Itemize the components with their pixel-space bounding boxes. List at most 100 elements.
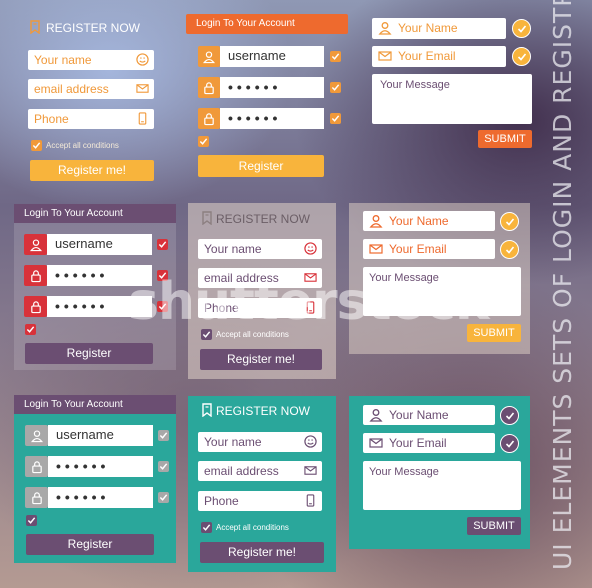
contact-email-field[interactable]: Your Email bbox=[372, 46, 506, 67]
lock-icon bbox=[30, 460, 43, 473]
password-input[interactable]: •••••• bbox=[220, 77, 324, 98]
mail-icon bbox=[369, 242, 383, 256]
login-title: Login To Your Account bbox=[196, 18, 295, 29]
accept-label: Accept all conditions bbox=[46, 141, 119, 150]
contact-message-field[interactable]: Your Message bbox=[372, 74, 532, 124]
register-form-orange: REGISTER NOW Your name email address Pho… bbox=[26, 16, 158, 186]
check-icon bbox=[331, 83, 340, 92]
login-header: Login To Your Account bbox=[186, 14, 348, 34]
lock-check-icon bbox=[29, 300, 42, 313]
smile-icon bbox=[304, 435, 317, 448]
check-icon bbox=[158, 240, 167, 249]
check-icon bbox=[26, 325, 35, 334]
login-register-button[interactable]: Register bbox=[198, 155, 324, 177]
register-title: REGISTER NOW bbox=[46, 21, 141, 35]
username-checkbox[interactable] bbox=[330, 51, 341, 62]
register-phone-field[interactable]: Phone bbox=[28, 109, 154, 129]
username-icon-box bbox=[24, 234, 47, 255]
login-register-button[interactable]: Register bbox=[25, 343, 153, 364]
contact-email-placeholder: Your Email bbox=[389, 436, 447, 450]
username-input[interactable]: username bbox=[220, 46, 324, 67]
contact-name-field[interactable]: Your Name bbox=[372, 18, 506, 39]
contact-email-field[interactable]: Your Email bbox=[363, 239, 495, 259]
confirm-checkbox[interactable] bbox=[158, 492, 169, 503]
contact-message-placeholder: Your Message bbox=[380, 79, 450, 91]
side-title: UI ELEMENTS SETS OF LOGIN AND REGISTRATI… bbox=[548, 0, 577, 570]
username-input[interactable]: username bbox=[47, 234, 152, 255]
email-valid-icon bbox=[500, 434, 519, 453]
check-icon bbox=[159, 431, 168, 440]
register-name-placeholder: Your name bbox=[204, 242, 262, 256]
register-me-button[interactable]: Register me! bbox=[30, 160, 154, 181]
submit-button[interactable]: SUBMIT bbox=[467, 517, 521, 535]
user-icon bbox=[29, 238, 42, 251]
submit-button[interactable]: SUBMIT bbox=[478, 130, 532, 148]
login-title: Login To Your Account bbox=[24, 208, 123, 219]
phone-icon bbox=[304, 494, 317, 507]
mail-icon bbox=[369, 436, 383, 450]
watermark: shutterstock bbox=[128, 272, 490, 332]
login-header: Login To Your Account bbox=[14, 204, 176, 223]
confirm-password-input[interactable]: •••••• bbox=[48, 487, 153, 508]
register-form-teal: REGISTER NOW Your name email address Pho… bbox=[188, 396, 336, 572]
name-valid-icon bbox=[500, 212, 519, 231]
username-input[interactable]: username bbox=[48, 425, 153, 446]
contact-email-placeholder: Your Email bbox=[398, 49, 456, 63]
smile-icon bbox=[136, 53, 149, 66]
register-name-field[interactable]: Your name bbox=[28, 50, 154, 70]
contact-message-placeholder: Your Message bbox=[369, 466, 439, 478]
confirm-icon-box bbox=[198, 108, 220, 129]
username-icon-box bbox=[25, 425, 48, 446]
password-checkbox[interactable] bbox=[330, 82, 341, 93]
register-title: REGISTER NOW bbox=[216, 212, 311, 226]
check-icon bbox=[32, 141, 41, 150]
accept-checkbox[interactable] bbox=[31, 140, 42, 151]
contact-message-field[interactable]: Your Message bbox=[363, 461, 521, 510]
register-me-button[interactable]: Register me! bbox=[200, 349, 322, 370]
username-checkbox[interactable] bbox=[158, 430, 169, 441]
confirm-checkbox[interactable] bbox=[330, 113, 341, 124]
login-register-button[interactable]: Register bbox=[26, 534, 154, 555]
password-checkbox[interactable] bbox=[158, 461, 169, 472]
user-icon bbox=[30, 429, 43, 442]
lock-icon bbox=[29, 269, 42, 282]
mail-icon bbox=[378, 49, 392, 63]
mail-icon bbox=[136, 82, 149, 95]
username-checkbox[interactable] bbox=[157, 239, 168, 250]
check-icon bbox=[159, 462, 168, 471]
register-name-placeholder: Your name bbox=[204, 435, 262, 449]
register-email-field[interactable]: email address bbox=[28, 79, 154, 99]
register-tag-icon bbox=[30, 20, 40, 34]
register-name-field[interactable]: Your name bbox=[198, 239, 322, 259]
login-form-teal: Login To Your Account username •••••• ••… bbox=[14, 395, 176, 563]
remember-checkbox[interactable] bbox=[198, 136, 209, 147]
check-icon bbox=[159, 493, 168, 502]
contact-name-field[interactable]: Your Name bbox=[363, 405, 495, 425]
password-input[interactable]: •••••• bbox=[48, 456, 153, 477]
check-icon bbox=[27, 516, 36, 525]
user-icon bbox=[203, 50, 216, 63]
accept-checkbox[interactable] bbox=[201, 522, 212, 533]
login-header: Login To Your Account bbox=[14, 395, 176, 414]
remember-checkbox[interactable] bbox=[25, 324, 36, 335]
register-me-button[interactable]: Register me! bbox=[200, 542, 324, 563]
register-email-placeholder: email address bbox=[34, 82, 109, 96]
contact-form-teal: Your Name Your Email Your Message SUBMIT bbox=[349, 396, 530, 549]
login-title: Login To Your Account bbox=[24, 399, 123, 410]
contact-name-field[interactable]: Your Name bbox=[363, 211, 495, 231]
register-name-field[interactable]: Your name bbox=[198, 432, 322, 452]
check-icon bbox=[331, 114, 340, 123]
contact-name-placeholder: Your Name bbox=[389, 408, 449, 422]
name-valid-icon bbox=[512, 19, 531, 38]
register-tag-icon bbox=[202, 403, 212, 417]
mail-icon bbox=[304, 464, 317, 477]
remember-checkbox[interactable] bbox=[26, 515, 37, 526]
register-name-placeholder: Your name bbox=[34, 53, 92, 67]
register-phone-field[interactable]: Phone bbox=[198, 491, 322, 511]
contact-email-field[interactable]: Your Email bbox=[363, 433, 495, 453]
register-email-field[interactable]: email address bbox=[198, 461, 322, 481]
check-icon bbox=[202, 523, 211, 532]
register-tag-icon bbox=[202, 211, 212, 225]
password-icon-box bbox=[198, 77, 220, 98]
confirm-password-input[interactable]: •••••• bbox=[220, 108, 324, 129]
